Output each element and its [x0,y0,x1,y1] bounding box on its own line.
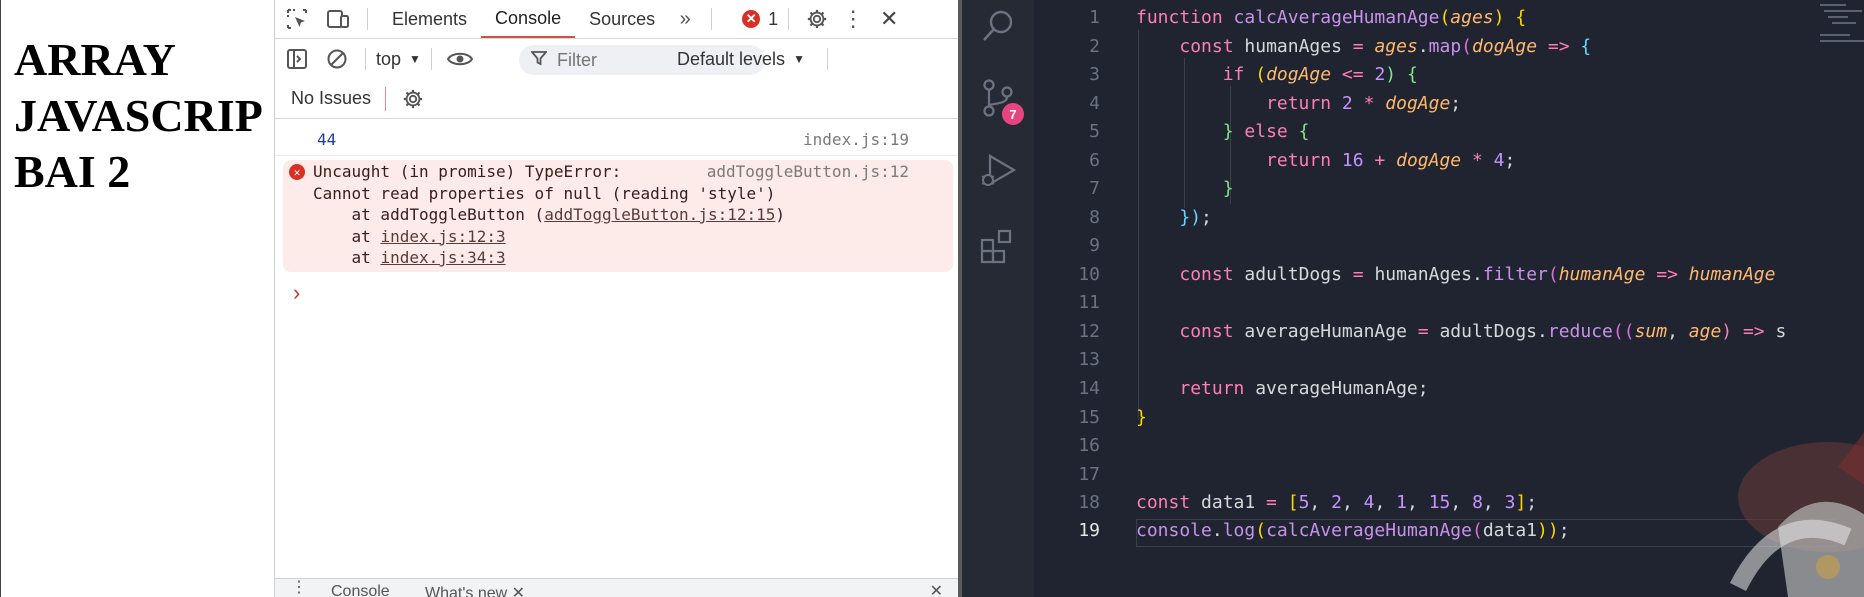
stack-frame-link[interactable]: addToggleButton.js:12:15 [544,205,775,224]
devtools-tab-bar: Elements Console Sources » ✕ 1 ⋮ ✕ [275,0,958,39]
line-number[interactable]: 17 [1034,464,1100,485]
stack-frame: at index.js:12:3 [313,226,506,246]
line-number[interactable]: 9 [1034,235,1100,256]
line-number[interactable]: 10 [1034,264,1100,285]
console-prompt[interactable]: › [293,280,300,306]
context-label: top [376,48,402,69]
settings-gear-icon[interactable] [799,0,835,38]
console-toolbar: top ▼ Default levels ▼ [275,39,958,79]
toolbar-divider [788,8,790,30]
log-levels-dropdown[interactable]: Default levels ▼ [677,49,805,70]
error-circle-icon: ✕ [742,10,761,28]
run-debug-icon[interactable] [976,148,1020,192]
code-line-1[interactable]: function calcAverageHumanAge(ages) { [1136,7,1526,28]
code-line-14[interactable]: return averageHumanAge; [1136,378,1428,399]
console-settings-gear-icon[interactable] [400,86,426,112]
sidebar-toggle-icon[interactable] [275,40,319,78]
code-editor-window: 7 1 2 3 4 5 6 7 8 9 10 11 12 13 14 15 16 17 18 19 function… [958,0,1864,597]
line-number[interactable]: 6 [1034,150,1100,171]
more-options-kebab-icon[interactable]: ⋮ [835,0,871,38]
line-number[interactable]: 1 [1034,7,1100,28]
error-counter[interactable]: ✕ 1 [742,9,778,30]
tab-console[interactable]: Console [481,0,576,38]
line-number[interactable]: 2 [1034,36,1100,57]
issues-bar: No Issues [275,79,958,119]
clear-console-icon[interactable] [319,40,355,78]
live-expression-eye-icon[interactable] [442,40,478,78]
drawer-tab-bar: ⋮ Console What's new ✕ ✕ [275,578,958,597]
code-line-15[interactable]: } [1136,407,1147,428]
console-log-message: 44 index.js:19 [275,126,958,156]
source-control-badge: 7 [1002,103,1024,125]
device-toolbar-icon[interactable] [319,0,357,38]
log-source-link[interactable]: index.js:19 [803,130,909,149]
log-value: 44 [317,130,337,149]
close-tab-icon: ✕ [511,585,526,597]
toolbar-divider [385,86,387,111]
stack-frame: at addToggleButton (addToggleButton.js:1… [313,205,786,224]
drawer-tab-whats-new[interactable]: What's new ✕ [425,583,525,597]
inspect-element-icon[interactable] [275,0,319,38]
extensions-icon[interactable] [976,224,1020,268]
error-icon: ✕ [289,164,305,180]
devtools-panel: Elements Console Sources » ✕ 1 ⋮ ✕ top ▼ [274,0,958,597]
toolbar-divider [367,8,368,30]
line-number[interactable]: 16 [1034,435,1100,456]
line-number[interactable]: 3 [1034,64,1100,85]
line-number[interactable]: 19 [1034,520,1100,541]
code-line-6[interactable]: return 16 + dogAge * 4; [1136,150,1515,171]
line-number[interactable]: 14 [1034,378,1100,399]
tab-elements[interactable]: Elements [378,0,481,38]
line-number[interactable]: 15 [1034,407,1100,428]
code-line-7[interactable]: } [1136,178,1234,199]
tab-sources[interactable]: Sources [575,0,669,38]
code-line-4[interactable]: return 2 * dogAge; [1136,93,1461,114]
toolbar-divider [827,48,828,70]
log-levels-label: Default levels [677,48,786,69]
page-heading: ARRAY JAVASCRIP BAI 2 [14,34,263,197]
code-line-5[interactable]: } else { [1136,121,1310,142]
stack-frame: at index.js:34:3 [313,248,506,267]
line-number[interactable]: 13 [1034,349,1100,370]
editor-pane[interactable]: 1 2 3 4 5 6 7 8 9 10 11 12 13 14 15 16 17 18 19 function c… [1034,0,1864,597]
more-tabs-chevron-icon[interactable]: » [669,0,701,38]
dropdown-caret-icon: ▼ [793,52,805,66]
line-number[interactable]: 7 [1034,178,1100,199]
error-detail: Cannot read properties of null (reading … [313,183,776,203]
drawer-menu-icon[interactable]: ⋮ [291,577,307,597]
webpage-viewport: ARRAY JAVASCRIP BAI 2 [0,0,274,597]
error-count: 1 [768,8,779,29]
drawer-tab-console[interactable]: Console [331,583,390,597]
code-line-19[interactable]: console.log(calcAverageHumanAge(data1)); [1136,520,1570,541]
stack-frame-link[interactable]: index.js:34:3 [380,248,505,267]
code-line-12[interactable]: const averageHumanAge = adultDogs.reduce… [1136,321,1786,342]
code-line-18[interactable]: const data1 = [5, 2, 4, 1, 15, 8, 3]; [1136,492,1537,513]
toolbar-divider [365,48,366,70]
line-number[interactable]: 5 [1034,121,1100,142]
code-line-10[interactable]: const adultDogs = humanAges.filter(human… [1136,264,1775,285]
stack-frame-link[interactable]: index.js:12:3 [380,227,505,246]
toolbar-divider [430,48,432,70]
line-number[interactable]: 18 [1034,492,1100,513]
line-number[interactable]: 4 [1034,93,1100,114]
console-error-message: ✕ Uncaught (in promise) TypeError: addTo… [283,160,953,272]
activity-bar: 7 [962,0,1034,597]
close-drawer-icon[interactable]: ✕ [930,581,943,597]
error-title: Uncaught (in promise) TypeError: [313,162,622,181]
close-devtools-icon[interactable]: ✕ [871,0,907,38]
code-line-8[interactable]: }); [1136,207,1212,228]
error-source-link[interactable]: addToggleButton.js:12 [707,161,909,183]
line-number[interactable]: 8 [1034,207,1100,228]
code-line-3[interactable]: if (dogAge <= 2) { [1136,64,1418,85]
issues-label[interactable]: No Issues [291,88,371,109]
code-line-2[interactable]: const humanAges = ages.map(dogAge => { [1136,36,1591,57]
filter-funnel-icon [530,50,548,71]
toolbar-divider [711,8,713,30]
dropdown-caret-icon: ▼ [409,52,421,66]
line-number[interactable]: 12 [1034,321,1100,342]
context-selector[interactable]: top ▼ [376,49,421,70]
line-number[interactable]: 11 [1034,292,1100,313]
decorative-mascot-image [1729,432,1864,597]
search-icon[interactable] [976,4,1020,48]
